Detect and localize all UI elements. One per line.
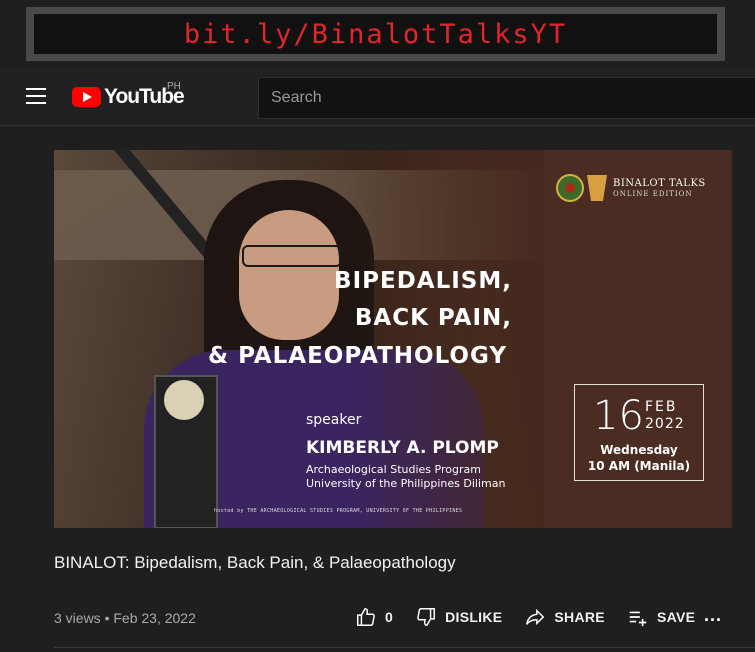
promo-link-text: bit.ly/BinalotTalksYT [183, 18, 568, 50]
hosted-by-text: hosted by THE ARCHAEOLOGICAL STUDIES PRO… [214, 508, 463, 514]
university-seal-icon [556, 174, 584, 202]
share-icon [526, 608, 545, 626]
youtube-logo[interactable]: YouTube PH [72, 81, 185, 109]
save-icon [629, 611, 647, 627]
date-month: FEB [645, 399, 678, 415]
video-meta: 3 views • Feb 23, 2022 [54, 610, 196, 626]
dislike-button[interactable]: DISLIKE [415, 606, 502, 628]
brand-subtitle: ONLINE EDITION [613, 189, 693, 198]
search-box [258, 77, 755, 119]
video-player[interactable]: BINALOT TALKS ONLINE EDITION BIPEDALISM,… [54, 150, 732, 528]
thumbnail-title-line-2: BACK PAIN, [354, 305, 512, 331]
binalot-logo-icon [587, 175, 607, 201]
date-time: 10 AM (Manila) [587, 459, 691, 473]
binalot-brand: BINALOT TALKS ONLINE EDITION [556, 174, 706, 202]
brand-title: BINALOT TALKS [613, 177, 706, 189]
save-label: SAVE [656, 609, 696, 625]
thumbnail-title-line-3: & PALAEOPATHOLOGY [208, 343, 507, 369]
divider [54, 647, 755, 648]
affiliation-line-2: University of the Philippines Diliman [306, 477, 506, 490]
more-icon[interactable]: ... [704, 605, 722, 626]
date-year: 2022 [645, 416, 685, 432]
dislike-icon [417, 608, 436, 626]
menu-icon[interactable] [26, 88, 46, 104]
search-input[interactable] [259, 78, 755, 118]
like-count: 0 [385, 609, 394, 625]
like-icon [357, 608, 375, 626]
dislike-label: DISLIKE [445, 609, 503, 625]
speaker-name: KIMBERLY A. PLOMP [306, 438, 499, 458]
save-button[interactable]: SAVE [627, 606, 695, 628]
video-title: BINALOT: Bipedalism, Back Pain, & Palaeo… [54, 553, 456, 572]
event-date-box: 16 FEB 2022 Wednesday 10 AM (Manila) [574, 384, 704, 481]
action-bar: 0 DISLIKE SHARE SAVE [355, 606, 717, 628]
affiliation-line-1: Archaeological Studies Program [306, 463, 481, 476]
date-weekday: Wednesday [600, 443, 678, 457]
share-button[interactable]: SHARE [524, 606, 605, 628]
share-label: SHARE [554, 609, 605, 625]
promo-banner-inner: bit.ly/BinalotTalksYT [34, 14, 717, 54]
top-bar: YouTube PH [0, 69, 755, 126]
date-day: 16 [593, 393, 644, 439]
speaker-affiliation: Archaeological Studies Program Universit… [306, 463, 505, 491]
country-code: PH [167, 81, 181, 92]
like-button[interactable]: 0 [355, 606, 393, 628]
promo-banner: bit.ly/BinalotTalksYT [26, 7, 725, 61]
thumbnail-title-line-1: BIPEDALISM, [334, 268, 512, 294]
speaker-label: speaker [306, 412, 362, 428]
youtube-logo-icon [72, 87, 101, 107]
